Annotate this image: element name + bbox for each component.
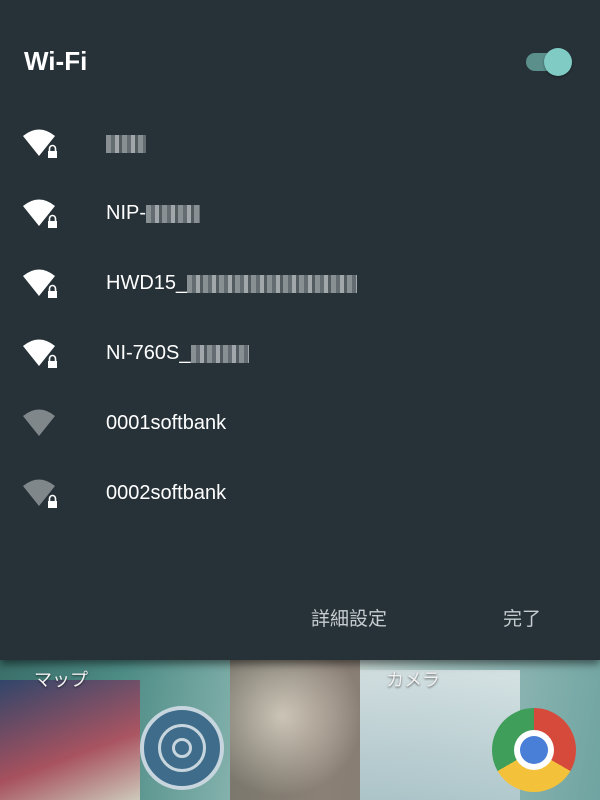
network-row[interactable]: 0001softbank [0,388,600,458]
chrome-app-icon [492,708,576,792]
wifi-lock-icon [23,339,57,368]
camera-app-label: カメラ [386,670,440,690]
network-name: NIP- [106,202,200,225]
radar-app-icon [140,706,224,790]
network-row[interactable]: NI-760S_ [0,318,600,388]
wifi-weak-lock-icon [23,479,57,508]
network-name: NI-760S_ [106,342,249,365]
advanced-settings-button[interactable]: 詳細設定 [311,604,387,631]
network-name [106,132,146,155]
network-row[interactable]: HWD15_ [0,248,600,318]
wifi-toggle[interactable] [526,48,572,76]
toggle-knob [544,48,572,76]
redacted-text [190,344,249,363]
wifi-lock-icon [23,199,57,228]
dialog-title: Wi-Fi [24,46,88,76]
maps-app-label: マップ [34,670,88,690]
redacted-text [106,134,146,153]
network-list: NIP- HWD15_ NI-760S_ 0001softbank 0002so… [0,108,600,528]
wallpaper-area [0,680,140,800]
redacted-text [146,204,200,223]
wifi-lock-icon [23,269,57,298]
dialog-actions: 詳細設定 完了 [0,604,600,636]
home-screen-background: マップ カメラ [0,660,600,800]
wifi-dialog: Wi-Fi NIP- HWD15_ NI-760S_ 0001softbank … [0,0,600,660]
redacted-text [187,274,358,293]
network-row[interactable]: 0002softbank [0,458,600,528]
network-row[interactable] [0,108,600,178]
wallpaper-area [230,660,360,800]
network-name: HWD15_ [106,272,358,295]
wifi-weak-icon [23,409,55,436]
network-row[interactable]: NIP- [0,178,600,248]
network-name: 0002softbank [106,482,227,504]
network-name: 0001softbank [106,412,227,434]
done-button[interactable]: 完了 [503,604,541,631]
wifi-lock-icon [23,129,57,158]
